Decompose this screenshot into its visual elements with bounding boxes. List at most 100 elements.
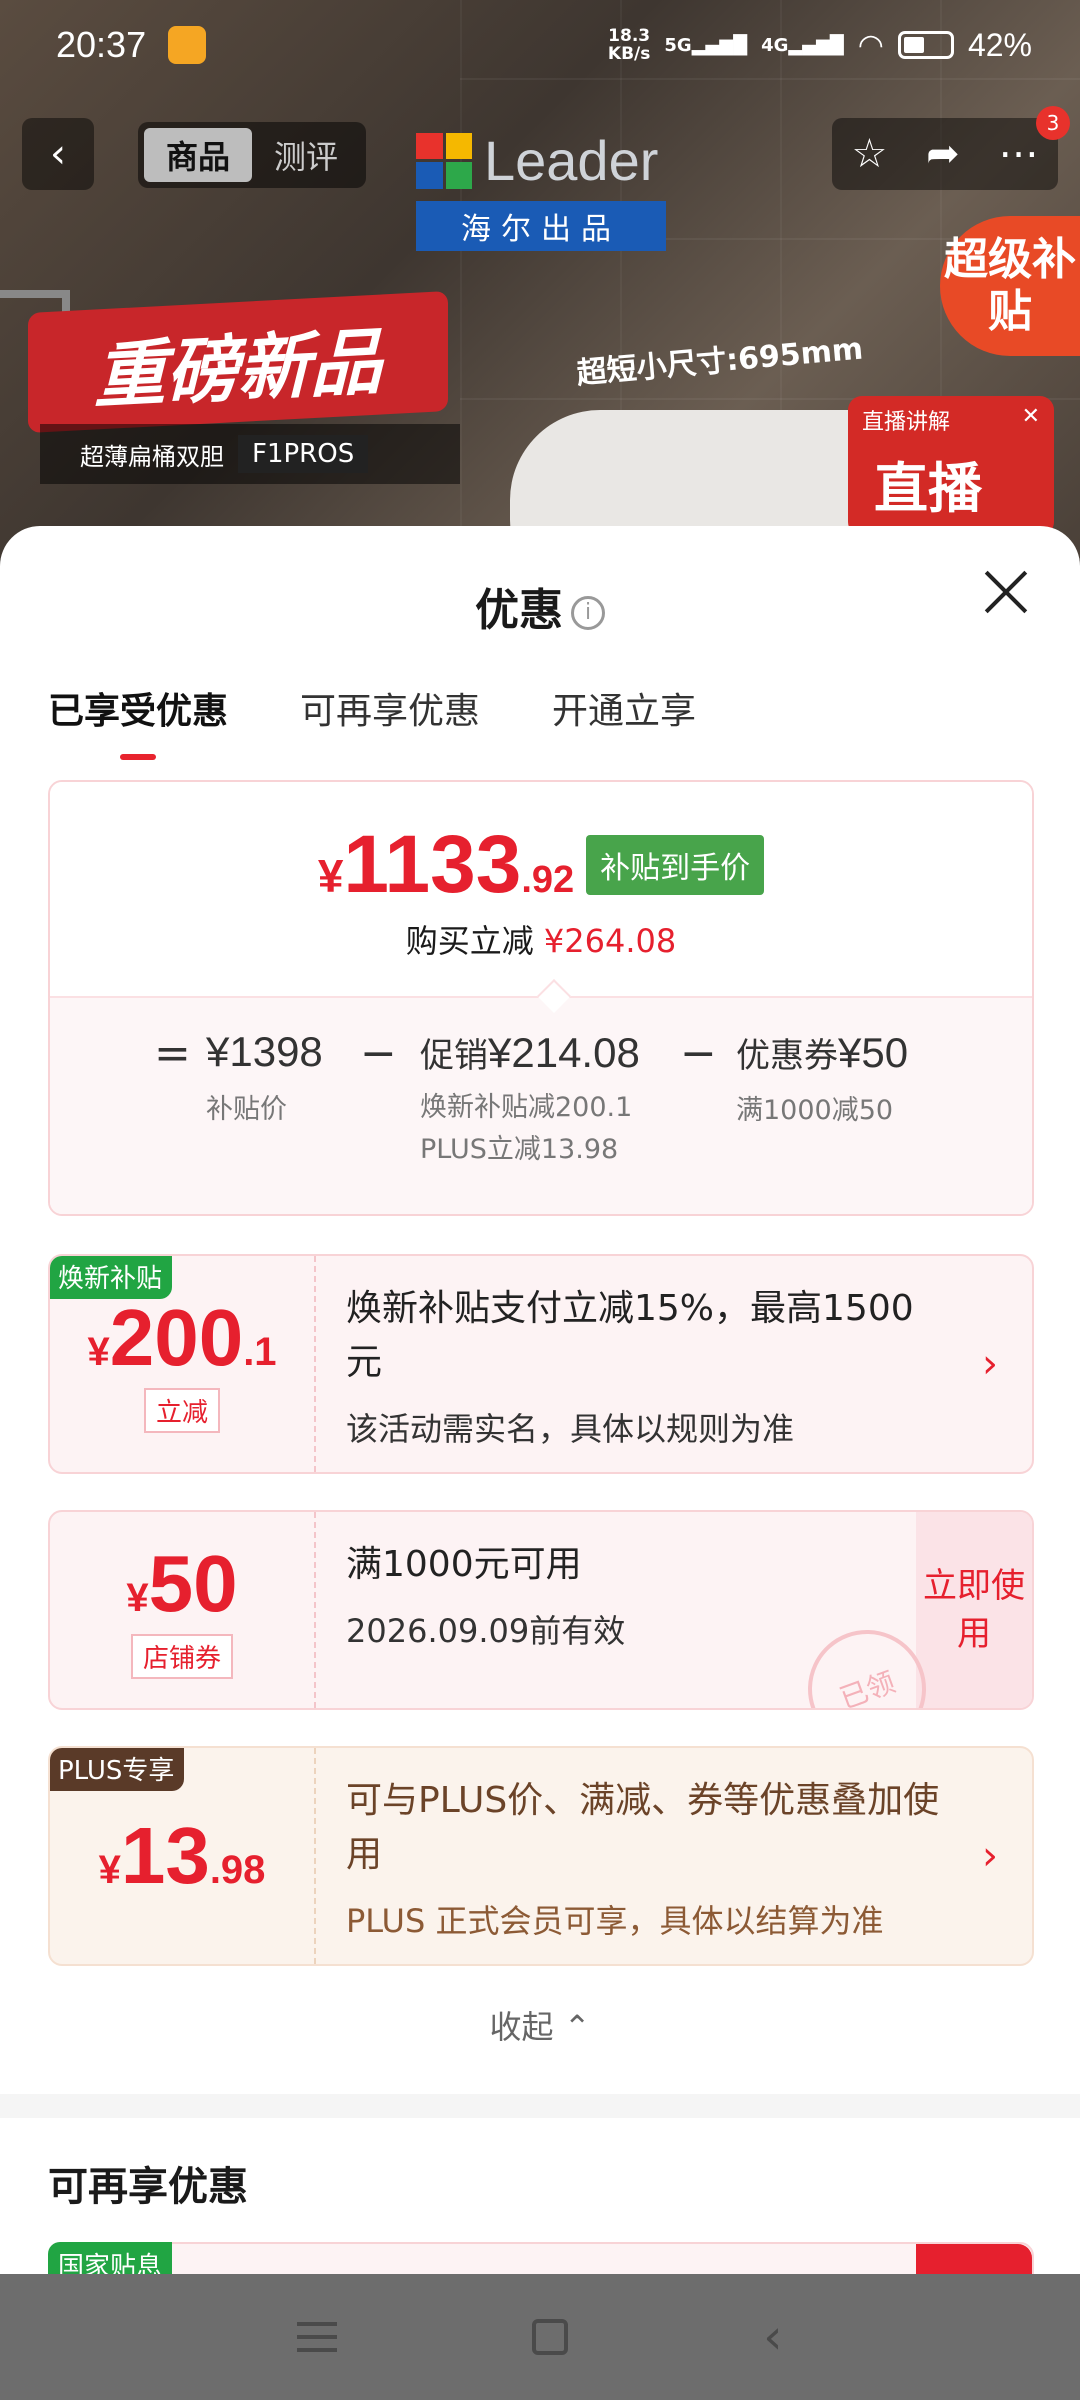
- close-icon[interactable]: [982, 568, 1030, 616]
- sig2-label: 4G: [761, 34, 789, 56]
- coupon-trade-in-subsidy[interactable]: 焕新补贴 ¥ 200 .1 立减 焕新补贴支付立减15%，最高1500元 该活动…: [48, 1254, 1034, 1474]
- promo-sub-1: 焕新补贴减200.1: [420, 1092, 633, 1123]
- super-subsidy-badge[interactable]: 超级补贴: [940, 216, 1080, 356]
- signal-5g-icon: 5G▂▄▆█: [664, 34, 748, 56]
- tab-more[interactable]: 可再享优惠: [300, 682, 480, 734]
- currency: ¥: [317, 850, 344, 902]
- base-price-col: ¥1398 补贴价: [206, 1028, 323, 1134]
- coupon-currency: ¥: [98, 1848, 121, 1892]
- coupon-dec: .98: [209, 1848, 266, 1892]
- coupon-desc: PLUS 正式会员可享，具体以结算为准: [346, 1902, 884, 1940]
- chevron-right-icon[interactable]: ›: [982, 1341, 998, 1387]
- tab-product[interactable]: 商品: [144, 128, 253, 182]
- price-dec: .92: [521, 859, 575, 901]
- live-big-text: 直播: [874, 457, 982, 520]
- coupon-int: 50: [148, 1538, 238, 1628]
- promo-subtitle: 超薄扁桶双胆 F1PROS: [40, 424, 460, 484]
- coupon-corner-tag: 国家贴息: [48, 2242, 173, 2274]
- action-group: ☆ ➦ ⋯ 3: [832, 106, 1070, 190]
- promo-label: 促销: [420, 1036, 488, 1076]
- wifi-icon: ◠: [857, 27, 884, 63]
- model-badge: F1PROS: [238, 435, 369, 473]
- coupon-amount-area: PLUS专享 ¥ 13 .98: [50, 1748, 316, 1964]
- price-summary-card: ¥ 1133 .92 补贴到手价 购买立减 ¥264.08 = ¥1398 补贴…: [48, 780, 1034, 1216]
- net-speed-value: 18.3: [608, 26, 651, 46]
- coupon-desc-area: 焕新补贴支付立减15%，最高1500元 该活动需实名，具体以规则为准 ›: [316, 1256, 1032, 1472]
- promo-col: 促销¥214.08 焕新补贴减200.1 PLUS立减13.98: [420, 1028, 640, 1171]
- product-tab-switch: 商品 测评: [138, 122, 367, 188]
- chevron-left-icon: ‹: [50, 131, 66, 177]
- back-button[interactable]: ‹: [22, 118, 94, 190]
- chevron-right-icon[interactable]: ›: [982, 1833, 998, 1879]
- brand-sub: 海尔出品: [416, 201, 666, 251]
- system-nav-bar: ‹: [0, 2274, 1080, 2400]
- coupon-store: ¥ 50 店铺券 满1000元可用 2026.09.09前有效 已领 立即使用: [48, 1510, 1034, 1710]
- coupon-amount: ¥50: [838, 1029, 909, 1076]
- total-saving: 购买立减 ¥264.08: [50, 916, 1032, 962]
- tab-enjoyed[interactable]: 已享受优惠: [48, 682, 228, 734]
- app-notification-icon: [168, 26, 207, 64]
- sheet-title: 优惠 i: [0, 574, 1080, 638]
- live-label: 直播讲解: [862, 410, 951, 435]
- coupon-amount-area: ¥ 50 店铺券: [50, 1512, 316, 1708]
- promo-sub-text: 超薄扁桶双胆: [80, 442, 224, 471]
- sheet-title-text: 优惠: [475, 585, 563, 636]
- status-bar: 20:37 18.3 KB/s 5G▂▄▆█ 4G▂▄▆█ ◠ 42%: [0, 0, 1080, 90]
- price-int: 1133: [343, 819, 522, 910]
- coupon-type-tag: 店铺券: [130, 1633, 233, 1679]
- brand-logo: Leader 海尔出品: [416, 128, 666, 251]
- coupon-amount-area: 焕新补贴 ¥ 200 .1 立减: [50, 1256, 316, 1472]
- signal-4g-icon: 4G▂▄▆█: [761, 34, 844, 56]
- coupon-currency: ¥: [87, 1329, 110, 1374]
- tab-activate[interactable]: 开通立享: [552, 682, 696, 734]
- collapse-button[interactable]: 收起 ⌃: [0, 2002, 1080, 2048]
- coupon-value: ¥ 13 .98: [99, 1814, 266, 1898]
- coupon-national-interest[interactable]: 国家贴息: [48, 2242, 1034, 2274]
- more-icon[interactable]: ⋯: [999, 131, 1039, 177]
- subsidy-price-tag: 补贴到手价: [586, 835, 765, 895]
- net-speed: 18.3 KB/s: [608, 27, 650, 63]
- promo-sub-2: PLUS立减13.98: [420, 1134, 619, 1165]
- home-icon[interactable]: [532, 2319, 569, 2355]
- notification-badge: 3: [1036, 106, 1070, 140]
- save-amount: ¥264.08: [543, 922, 677, 960]
- collapse-label: 收起: [489, 2008, 554, 2046]
- chevron-up-icon: ⌃: [563, 2008, 591, 2046]
- section-title-more: 可再享优惠: [48, 2164, 248, 2210]
- product-nav: ‹ 商品 测评 Leader 海尔出品 ☆ ➦ ⋯ 3: [22, 106, 1070, 251]
- discount-tabs: 已享受优惠 可再享优惠 开通立享: [48, 682, 696, 734]
- live-close-icon[interactable]: ✕: [1022, 404, 1040, 436]
- base-price: ¥1398: [206, 1028, 323, 1075]
- sig1-label: 5G: [664, 34, 692, 56]
- section-divider: [0, 2094, 1080, 2118]
- tab-review[interactable]: 测评: [252, 128, 360, 182]
- coupon-value: ¥ 200 .1: [87, 1295, 277, 1380]
- live-stream-widget[interactable]: 直播讲解 ✕ 直播: [848, 396, 1054, 536]
- save-label: 购买立减: [405, 922, 534, 960]
- use-now-button[interactable]: 立即使用: [916, 1512, 1032, 1708]
- brand-name: Leader: [484, 129, 659, 192]
- coupon-dec: .1: [243, 1329, 277, 1374]
- coupon-corner-tag: PLUS专享: [50, 1748, 185, 1791]
- coupon-title: 可与PLUS价、满减、券等优惠叠加使用: [346, 1780, 940, 1875]
- info-icon[interactable]: i: [571, 596, 605, 630]
- coupon-desc: 2026.09.09前有效: [346, 1612, 626, 1650]
- coupon-int: 13: [120, 1811, 210, 1900]
- coupon-corner-tag: 焕新补贴: [50, 1256, 173, 1299]
- coupon-label: 优惠券: [736, 1036, 838, 1076]
- minus-sign: −: [360, 1028, 397, 1079]
- price-formula: = ¥1398 补贴价 − 促销¥214.08 焕新补贴减200.1 PLUS立…: [50, 979, 1032, 1214]
- coupon-title: 焕新补贴支付立减15%，最高1500元: [346, 1288, 914, 1383]
- coupon-desc-area: 满1000元可用 2026.09.09前有效 已领: [316, 1512, 943, 1708]
- battery-percent: 42%: [967, 26, 1032, 63]
- star-icon[interactable]: ☆: [851, 131, 887, 177]
- coupon-action-strip[interactable]: [916, 2244, 1032, 2274]
- coupon-plus[interactable]: PLUS专享 ¥ 13 .98 可与PLUS价、满减、券等优惠叠加使用 PLUS…: [48, 1746, 1034, 1966]
- share-icon[interactable]: ➦: [926, 131, 960, 177]
- menu-icon[interactable]: [297, 2322, 338, 2352]
- coupon-sub: 满1000减50: [736, 1095, 894, 1126]
- back-icon[interactable]: ‹: [763, 2309, 782, 2365]
- discount-sheet: 优惠 i 已享受优惠 可再享优惠 开通立享 ¥ 1133 .92 补贴到手价 购买…: [0, 526, 1080, 2274]
- promo-banner: 重磅新品: [28, 290, 448, 434]
- promo-amount: ¥214.08: [488, 1029, 640, 1076]
